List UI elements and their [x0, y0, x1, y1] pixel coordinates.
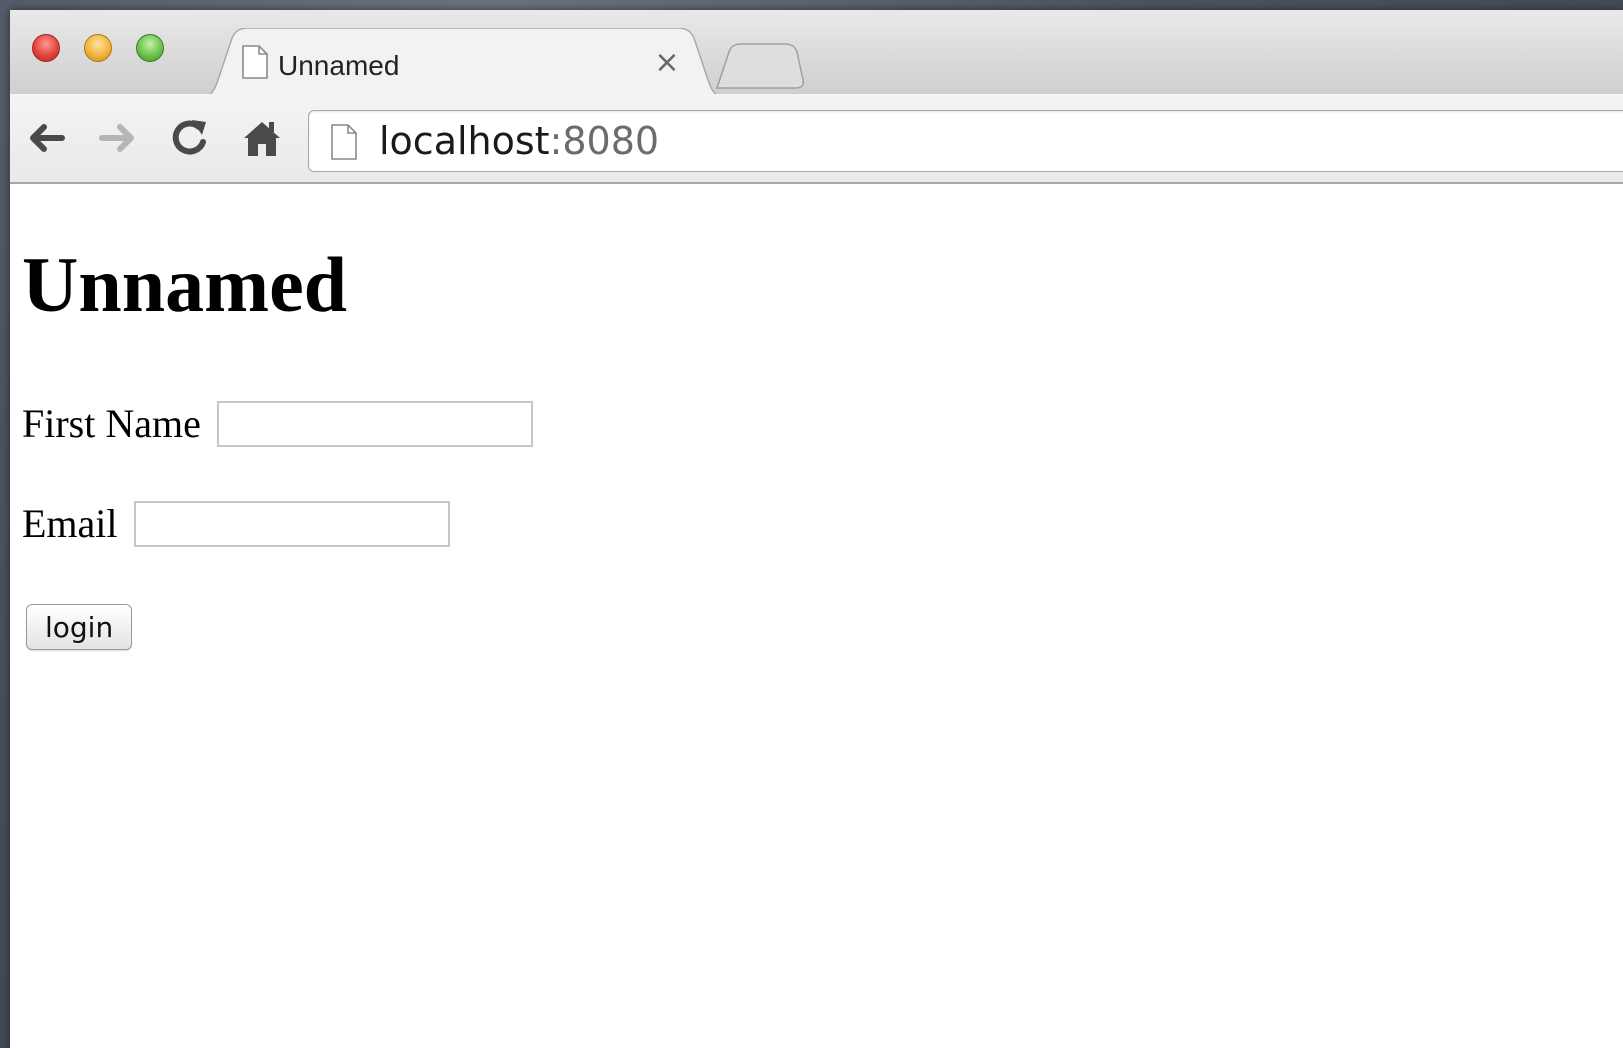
url-port: :8080	[549, 119, 660, 163]
new-tab-icon[interactable]	[715, 40, 805, 92]
first-name-row: First Name	[22, 400, 533, 447]
address-bar[interactable]: localhost:8080	[308, 110, 1623, 172]
reload-icon[interactable]	[168, 116, 212, 160]
first-name-field[interactable]	[216, 400, 533, 447]
email-field[interactable]	[133, 500, 450, 547]
browser-window: Unnamed × localhost:8080 Unnamed First N…	[10, 10, 1623, 1048]
back-arrow-icon[interactable]	[24, 116, 68, 160]
tab-title: Unnamed	[278, 50, 400, 81]
tab-strip: Unnamed ×	[10, 10, 1623, 98]
page-content: Unnamed First Name Email login	[10, 184, 1623, 1048]
page-icon	[331, 124, 357, 160]
email-label: Email	[22, 501, 118, 546]
forward-arrow-icon[interactable]	[96, 116, 140, 160]
window-zoom-button[interactable]	[136, 34, 164, 62]
page-title: Unnamed	[22, 241, 348, 328]
home-icon[interactable]	[240, 116, 284, 160]
login-button[interactable]: login	[26, 604, 133, 650]
window-close-button[interactable]	[32, 34, 60, 62]
window-minimize-button[interactable]	[84, 34, 112, 62]
email-row: Email	[22, 500, 450, 547]
page-icon	[242, 45, 268, 79]
browser-toolbar: localhost:8080	[10, 94, 1623, 184]
url-host: localhost	[379, 119, 550, 163]
tab-close-icon[interactable]: ×	[654, 48, 680, 78]
address-url[interactable]: localhost:8080	[379, 121, 659, 161]
first-name-label: First Name	[22, 401, 201, 446]
tab-unnamed[interactable]: Unnamed ×	[198, 28, 728, 98]
